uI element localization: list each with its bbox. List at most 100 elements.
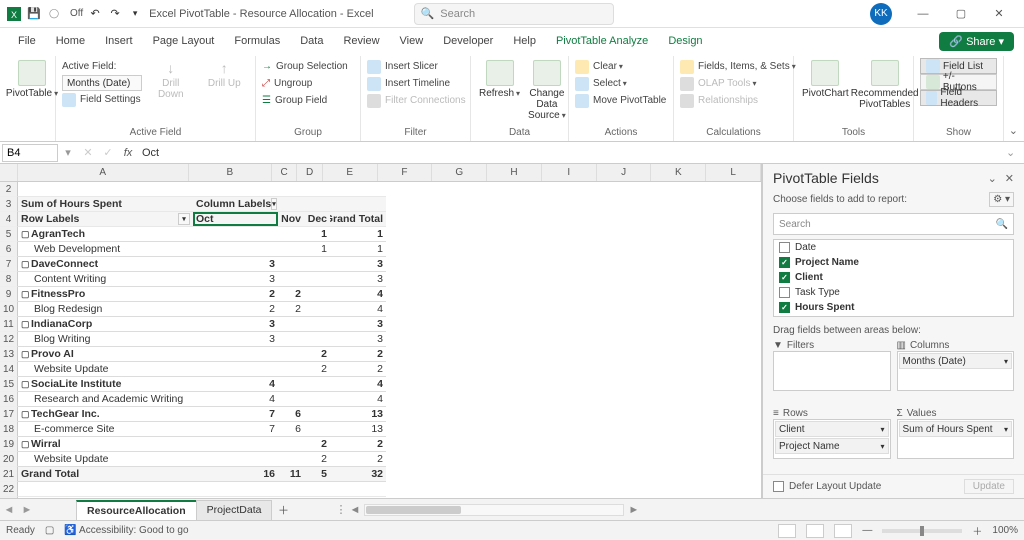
col-header-A[interactable]: A <box>18 164 189 181</box>
redo-icon[interactable]: ↷ <box>107 6 123 22</box>
move-pivot-button[interactable]: Move PivotTable <box>575 92 666 109</box>
tab-resourceallocation[interactable]: ResourceAllocation <box>76 500 197 520</box>
pivottable-button[interactable]: PivotTable <box>6 58 58 101</box>
hscroll-track[interactable] <box>364 504 624 516</box>
row-header-22[interactable]: 22 <box>0 482 18 497</box>
col-header-G[interactable]: G <box>432 164 487 181</box>
olap-tools-button[interactable]: OLAP Tools <box>680 75 796 92</box>
row-header-3[interactable]: 3 <box>0 197 18 212</box>
user-avatar[interactable]: KK <box>870 3 892 25</box>
rows-pill-project[interactable]: Project Name▾ <box>775 438 889 454</box>
save-icon[interactable]: 💾 <box>26 6 42 22</box>
col-header-E[interactable]: E <box>323 164 378 181</box>
row-header-19[interactable]: 19 <box>0 437 18 452</box>
col-header-K[interactable]: K <box>651 164 706 181</box>
row-header-18[interactable]: 18 <box>0 422 18 437</box>
drill-up-button[interactable]: ↑Drill Up <box>200 58 250 91</box>
defer-checkbox[interactable] <box>773 481 784 492</box>
formula-input[interactable]: Oct <box>138 147 1006 159</box>
view-pagelayout-button[interactable] <box>806 524 824 538</box>
row-header-6[interactable]: 6 <box>0 242 18 257</box>
row-header-7[interactable]: 7 <box>0 257 18 272</box>
collapse-icon[interactable]: ▢ <box>21 319 31 330</box>
active-field-value[interactable]: Months (Date) <box>62 75 142 91</box>
menu-pivottable-analyze[interactable]: PivotTable Analyze <box>548 31 656 51</box>
name-box-dropdown[interactable]: ▾ <box>58 146 78 159</box>
ribbon-collapse-icon[interactable]: ⌄ <box>1009 124 1018 137</box>
menu-review[interactable]: Review <box>335 31 387 51</box>
field-task-type[interactable]: Task Type <box>774 285 1013 300</box>
zoom-in-button[interactable]: ＋ <box>972 523 982 538</box>
recommended-pivot-button[interactable]: Recommended PivotTables <box>855 58 915 112</box>
row-header-10[interactable]: 10 <box>0 302 18 317</box>
accessibility-status[interactable]: ♿ Accessibility: Good to go <box>64 525 188 536</box>
hscroll-thumb[interactable] <box>366 506 461 514</box>
pivotchart-button[interactable]: PivotChart <box>800 58 851 101</box>
collapse-icon[interactable]: ▢ <box>21 259 31 270</box>
col-header-J[interactable]: J <box>597 164 652 181</box>
collapse-icon[interactable]: ▢ <box>21 439 31 450</box>
zoom-level[interactable]: 100% <box>992 525 1018 536</box>
menu-developer[interactable]: Developer <box>435 31 501 51</box>
undo-icon[interactable]: ↶ <box>87 6 103 22</box>
col-header-D[interactable]: D <box>297 164 322 181</box>
macro-rec-icon[interactable]: ▢ <box>45 525 54 536</box>
menu-page-layout[interactable]: Page Layout <box>145 31 223 51</box>
col-header-H[interactable]: H <box>487 164 542 181</box>
col-header-F[interactable]: F <box>378 164 433 181</box>
row-header-16[interactable]: 16 <box>0 392 18 407</box>
autosave-toggle[interactable]: ◯ <box>46 6 62 22</box>
fields-pane-gear-icon[interactable]: ⚙ ▾ <box>989 192 1014 207</box>
tab-projectdata[interactable]: ProjectData <box>196 500 273 520</box>
collapse-icon[interactable]: ▢ <box>21 409 31 420</box>
fx-icon[interactable]: fx <box>118 147 138 159</box>
collapse-icon[interactable]: ▢ <box>21 229 31 240</box>
field-date[interactable]: Date <box>774 240 1013 255</box>
close-button[interactable]: ✕ <box>980 0 1018 28</box>
columns-area[interactable]: Months (Date)▾ <box>897 351 1015 391</box>
app-icon[interactable]: X <box>6 6 22 22</box>
row-header-21[interactable]: 21 <box>0 467 18 482</box>
cancel-entry-icon[interactable]: ✕ <box>78 146 98 159</box>
row-labels-dropdown[interactable]: ▾ <box>178 213 190 225</box>
row-header-12[interactable]: 12 <box>0 332 18 347</box>
col-header-I[interactable]: I <box>542 164 597 181</box>
collapse-icon[interactable]: ▢ <box>21 379 31 390</box>
fields-pane-close-icon[interactable]: ✕ <box>1005 172 1014 185</box>
drill-down-button[interactable]: ↓Drill Down <box>146 58 196 102</box>
field-settings-button[interactable]: Field Settings <box>62 91 142 108</box>
col-labels-dropdown[interactable]: ▾ <box>271 198 277 210</box>
rows-pill-client[interactable]: Client▾ <box>775 421 889 437</box>
name-box[interactable] <box>2 144 58 162</box>
field-project-name[interactable]: ✓Project Name <box>774 255 1013 270</box>
fields-pane-collapse-icon[interactable]: ⌄ <box>988 172 997 185</box>
row-header-20[interactable]: 20 <box>0 452 18 467</box>
col-header-B[interactable]: B <box>189 164 272 181</box>
menu-data[interactable]: Data <box>292 31 331 51</box>
search-box[interactable]: 🔍 Search <box>414 3 614 25</box>
row-header-5[interactable]: 5 <box>0 227 18 242</box>
select-button[interactable]: Select <box>575 75 666 92</box>
menu-design[interactable]: Design <box>660 31 710 51</box>
fbar-expand-icon[interactable]: ⌄ <box>1006 146 1022 159</box>
add-sheet-button[interactable]: ＋ <box>271 502 295 518</box>
menu-help[interactable]: Help <box>505 31 544 51</box>
field-client[interactable]: ✓Client <box>774 270 1013 285</box>
update-button[interactable]: Update <box>964 479 1014 494</box>
menu-insert[interactable]: Insert <box>97 31 141 51</box>
tab-nav-prev[interactable]: ◄ <box>0 504 18 516</box>
maximize-button[interactable]: ▢ <box>942 0 980 28</box>
insert-timeline-button[interactable]: Insert Timeline <box>367 75 466 92</box>
refresh-button[interactable]: Refresh <box>477 58 522 101</box>
filter-connections-button[interactable]: Filter Connections <box>367 92 466 109</box>
group-field-button[interactable]: ☰Group Field <box>262 92 348 109</box>
zoom-out-button[interactable]: — <box>862 525 872 536</box>
values-area[interactable]: Sum of Hours Spent▾ <box>897 419 1015 459</box>
menu-view[interactable]: View <box>392 31 432 51</box>
group-selection-button[interactable]: →Group Selection <box>262 58 348 75</box>
ungroup-button[interactable]: ⤢Ungroup <box>262 75 348 92</box>
insert-slicer-button[interactable]: Insert Slicer <box>367 58 466 75</box>
menu-home[interactable]: Home <box>48 31 93 51</box>
share-button[interactable]: 🔗 Share ▾ <box>939 32 1014 51</box>
row-header-13[interactable]: 13 <box>0 347 18 362</box>
